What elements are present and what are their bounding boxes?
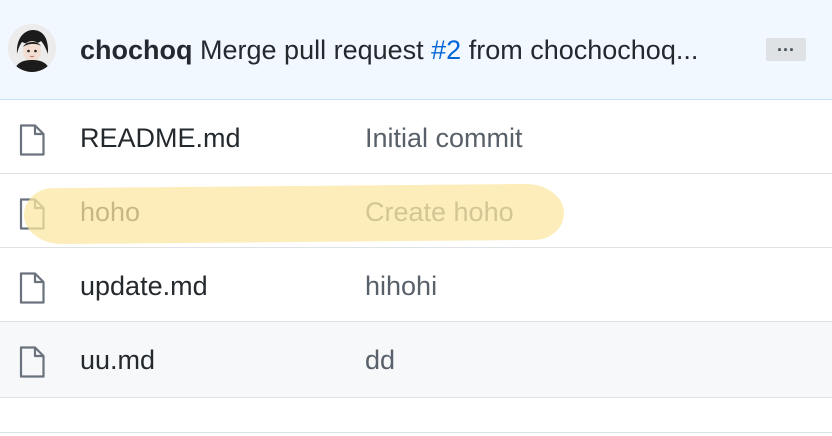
author-avatar[interactable] — [8, 24, 56, 72]
expand-commit-message-button[interactable]: ... — [766, 36, 806, 61]
file-name-link[interactable]: uu.md — [80, 340, 155, 380]
list-bottom-divider — [0, 432, 832, 433]
file-commit-message-link[interactable]: hihohi — [365, 266, 437, 306]
file-icon — [19, 198, 45, 230]
file-name-link[interactable]: update.md — [80, 266, 208, 306]
repository-file-list: chochoq Merge pull request #2 from choch… — [0, 0, 832, 436]
file-row[interactable]: hoho Create hoho — [0, 174, 832, 248]
file-row[interactable]: README.md Initial commit — [0, 100, 832, 174]
file-icon — [19, 124, 45, 156]
file-row[interactable]: uu.md dd — [0, 322, 832, 398]
pull-request-link[interactable]: #2 — [431, 35, 461, 65]
file-commit-message-link[interactable]: dd — [365, 340, 395, 380]
file-name-link[interactable]: README.md — [80, 118, 241, 158]
commit-message-suffix[interactable]: from chochochoq... — [469, 35, 699, 65]
commit-summary: chochoq Merge pull request #2 from choch… — [80, 30, 760, 70]
latest-commit-bar: chochoq Merge pull request #2 from choch… — [0, 0, 832, 100]
file-commit-message-link[interactable]: Initial commit — [365, 118, 523, 158]
commit-author-link[interactable]: chochoq — [80, 35, 193, 65]
commit-message-text[interactable]: Merge pull request — [200, 35, 424, 65]
file-icon — [19, 346, 45, 378]
file-icon — [19, 272, 45, 304]
file-name-link[interactable]: hoho — [80, 192, 140, 232]
file-commit-message-link[interactable]: Create hoho — [365, 192, 514, 232]
avatar-image — [8, 24, 56, 72]
file-row[interactable]: update.md hihohi — [0, 248, 832, 322]
